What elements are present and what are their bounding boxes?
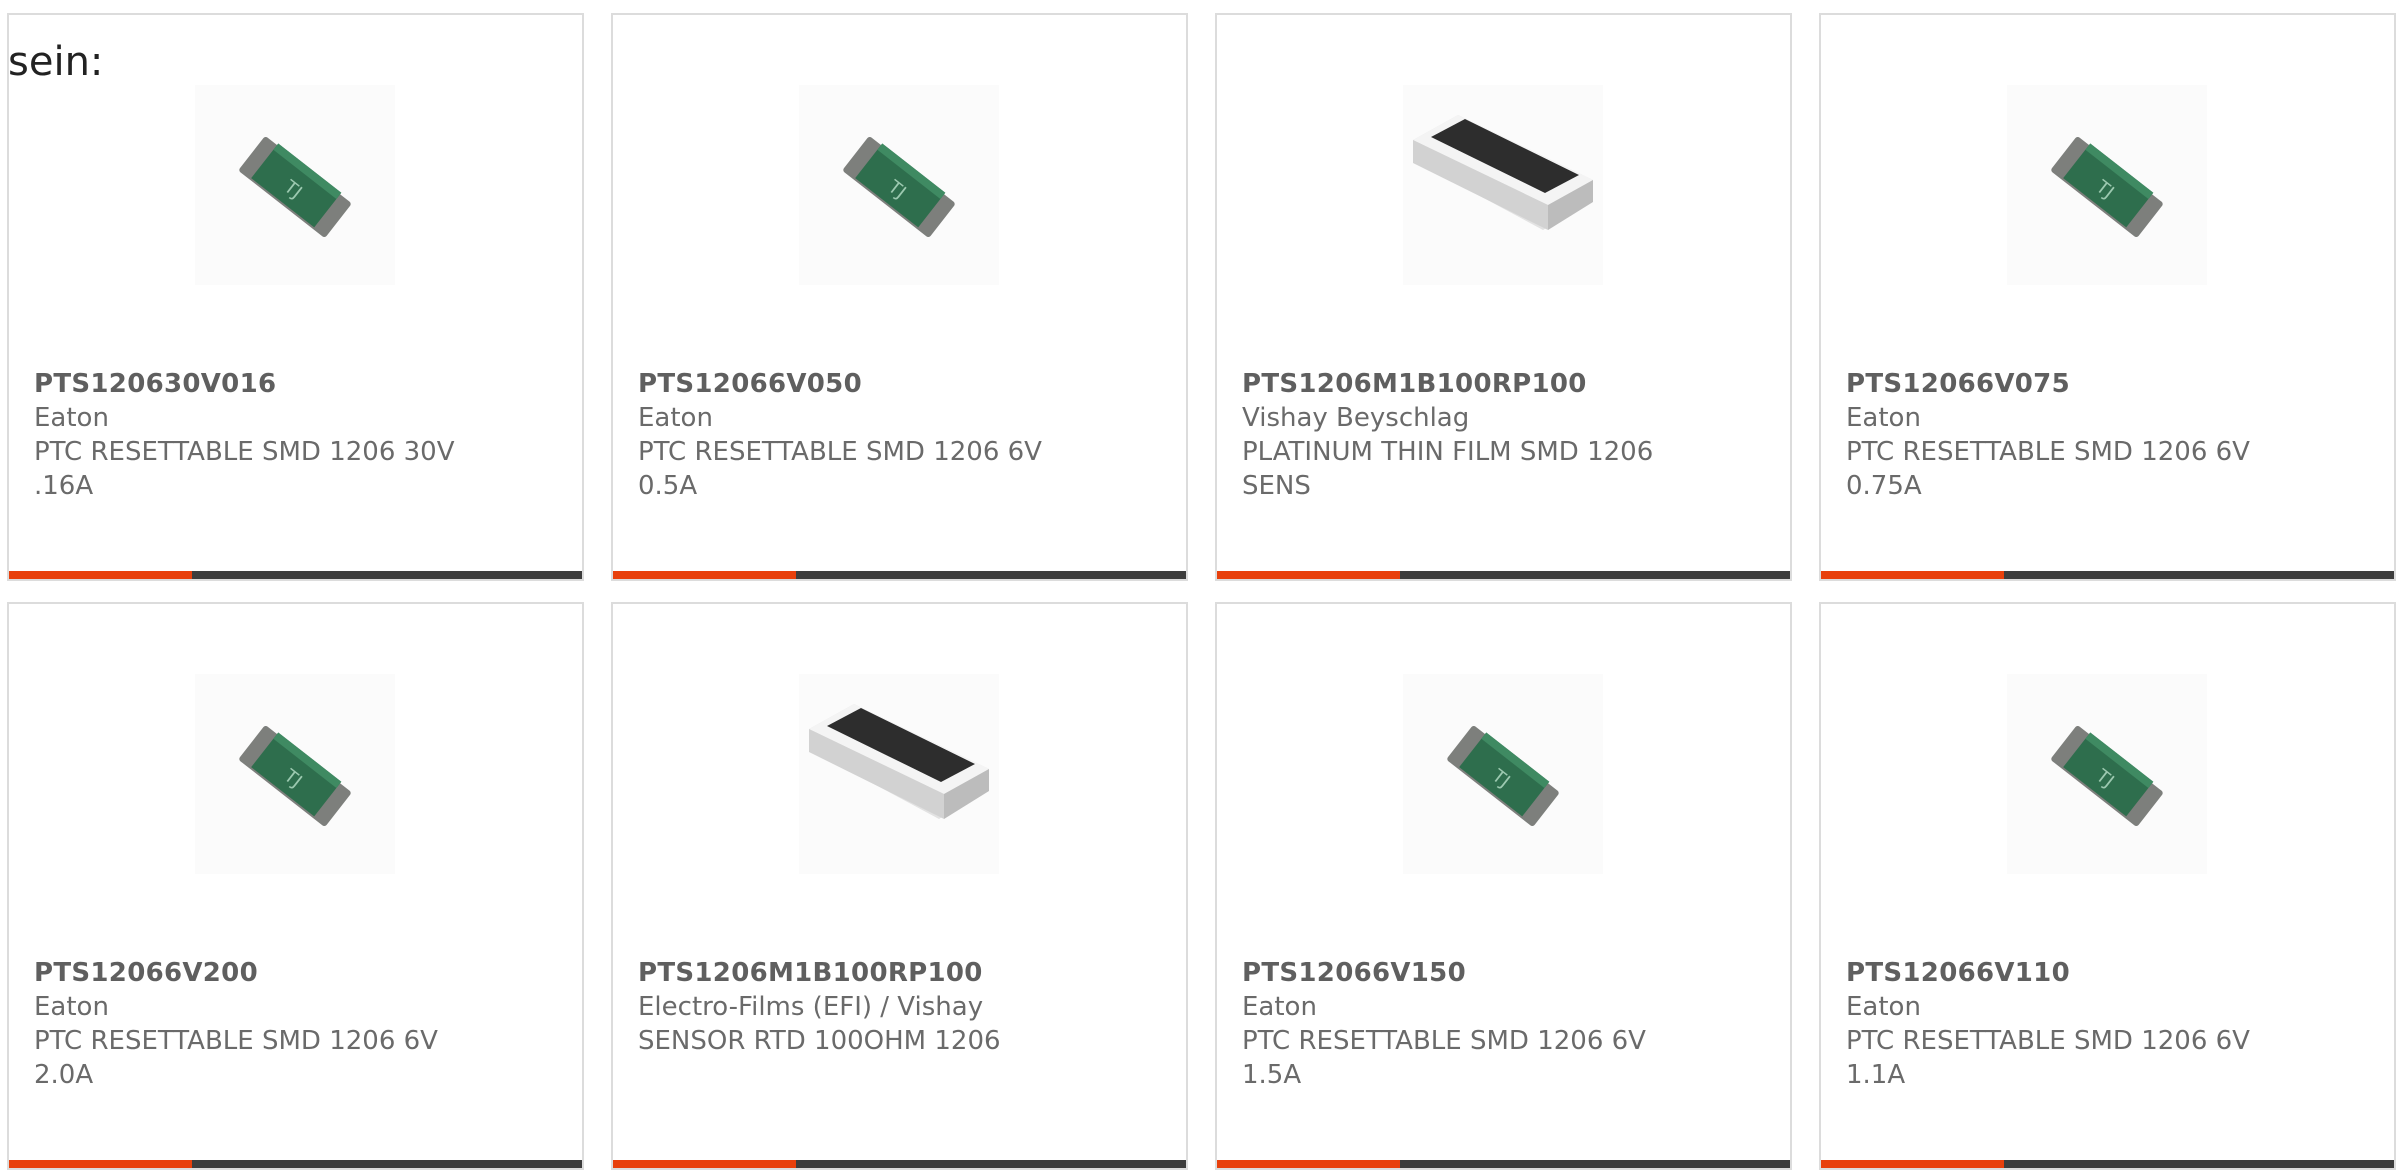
description: PTC RESETTABLE SMD 1206 6V 0.5A	[638, 437, 1042, 501]
part-number[interactable]: PTS12066V150	[1242, 956, 1770, 990]
card-accent	[613, 571, 796, 579]
part-number[interactable]: PTS12066V075	[1846, 367, 2374, 401]
ptc-fuse-chip-icon: TJ	[195, 85, 395, 285]
product-card[interactable]: TJ PTS12066V050 Eaton PTC RESETTABLE SMD…	[611, 13, 1188, 581]
card-bottom-bar	[1821, 571, 2394, 579]
resistor-chip-icon	[1403, 85, 1603, 285]
manufacturer: Eaton	[638, 403, 713, 433]
manufacturer: Eaton	[34, 992, 109, 1022]
part-number[interactable]: PTS1206M1B100RP100	[638, 956, 1166, 990]
card-accent	[9, 571, 192, 579]
product-card[interactable]: TJ PTS12066V110 Eaton PTC RESETTABLE SMD…	[1819, 602, 2396, 1170]
description: PLATINUM THIN FILM SMD 1206 SENS	[1242, 437, 1654, 501]
description: PTC RESETTABLE SMD 1206 6V 2.0A	[34, 1026, 438, 1090]
card-accent	[1217, 571, 1400, 579]
description: SENSOR RTD 100OHM 1206	[638, 1026, 1001, 1056]
product-card[interactable]: TJ PTS120630V016 Eaton PTC RESETTABLE SM…	[7, 13, 584, 581]
product-info: PTS12066V150 Eaton PTC RESETTABLE SMD 12…	[1242, 956, 1770, 1092]
part-number[interactable]: PTS12066V050	[638, 367, 1166, 401]
product-image[interactable]: TJ	[1403, 674, 1603, 874]
product-card[interactable]: TJ PTS12066V075 Eaton PTC RESETTABLE SMD…	[1819, 13, 2396, 581]
product-image[interactable]	[1403, 85, 1603, 285]
manufacturer: Vishay Beyschlag	[1242, 403, 1470, 433]
product-card[interactable]: TJ PTS12066V200 Eaton PTC RESETTABLE SMD…	[7, 602, 584, 1170]
intro-text: sein:	[8, 39, 104, 85]
description: PTC RESETTABLE SMD 1206 6V 1.5A	[1242, 1026, 1646, 1090]
product-card[interactable]: PTS1206M1B100RP100 Electro-Films (EFI) /…	[611, 602, 1188, 1170]
product-image[interactable]: TJ	[799, 85, 999, 285]
product-info: PTS1206M1B100RP100 Vishay Beyschlag PLAT…	[1242, 367, 1770, 503]
part-number[interactable]: PTS1206M1B100RP100	[1242, 367, 1770, 401]
manufacturer: Eaton	[1242, 992, 1317, 1022]
product-card[interactable]: PTS1206M1B100RP100 Vishay Beyschlag PLAT…	[1215, 13, 1792, 581]
product-image[interactable]: TJ	[195, 85, 395, 285]
product-info: PTS1206M1B100RP100 Electro-Films (EFI) /…	[638, 956, 1166, 1058]
manufacturer: Electro-Films (EFI) / Vishay	[638, 992, 984, 1022]
resistor-chip-icon	[799, 674, 999, 874]
product-info: PTS120630V016 Eaton PTC RESETTABLE SMD 1…	[34, 367, 562, 503]
product-info: PTS12066V050 Eaton PTC RESETTABLE SMD 12…	[638, 367, 1166, 503]
description: PTC RESETTABLE SMD 1206 30V .16A	[34, 437, 455, 501]
description: PTC RESETTABLE SMD 1206 6V 0.75A	[1846, 437, 2250, 501]
card-bottom-bar	[1217, 571, 1790, 579]
product-image[interactable]: TJ	[2007, 85, 2207, 285]
product-image[interactable]: TJ	[2007, 674, 2207, 874]
card-bottom-bar	[9, 571, 582, 579]
card-accent	[1821, 571, 2004, 579]
product-info: PTS12066V110 Eaton PTC RESETTABLE SMD 12…	[1846, 956, 2374, 1092]
product-info: PTS12066V075 Eaton PTC RESETTABLE SMD 12…	[1846, 367, 2374, 503]
part-number[interactable]: PTS12066V200	[34, 956, 562, 990]
manufacturer: Eaton	[1846, 403, 1921, 433]
ptc-fuse-chip-icon: TJ	[2007, 674, 2207, 874]
product-info: PTS12066V200 Eaton PTC RESETTABLE SMD 12…	[34, 956, 562, 1092]
product-image[interactable]	[799, 674, 999, 874]
product-image[interactable]: TJ	[195, 674, 395, 874]
card-bottom-bar	[613, 571, 1186, 579]
part-number[interactable]: PTS120630V016	[34, 367, 562, 401]
part-number[interactable]: PTS12066V110	[1846, 956, 2374, 990]
manufacturer: Eaton	[34, 403, 109, 433]
product-grid: TJ PTS120630V016 Eaton PTC RESETTABLE SM…	[0, 0, 2400, 1170]
ptc-fuse-chip-icon: TJ	[799, 85, 999, 285]
description: PTC RESETTABLE SMD 1206 6V 1.1A	[1846, 1026, 2250, 1090]
ptc-fuse-chip-icon: TJ	[195, 674, 395, 874]
ptc-fuse-chip-icon: TJ	[1403, 674, 1603, 874]
ptc-fuse-chip-icon: TJ	[2007, 85, 2207, 285]
manufacturer: Eaton	[1846, 992, 1921, 1022]
product-card[interactable]: TJ PTS12066V150 Eaton PTC RESETTABLE SMD…	[1215, 602, 1792, 1170]
